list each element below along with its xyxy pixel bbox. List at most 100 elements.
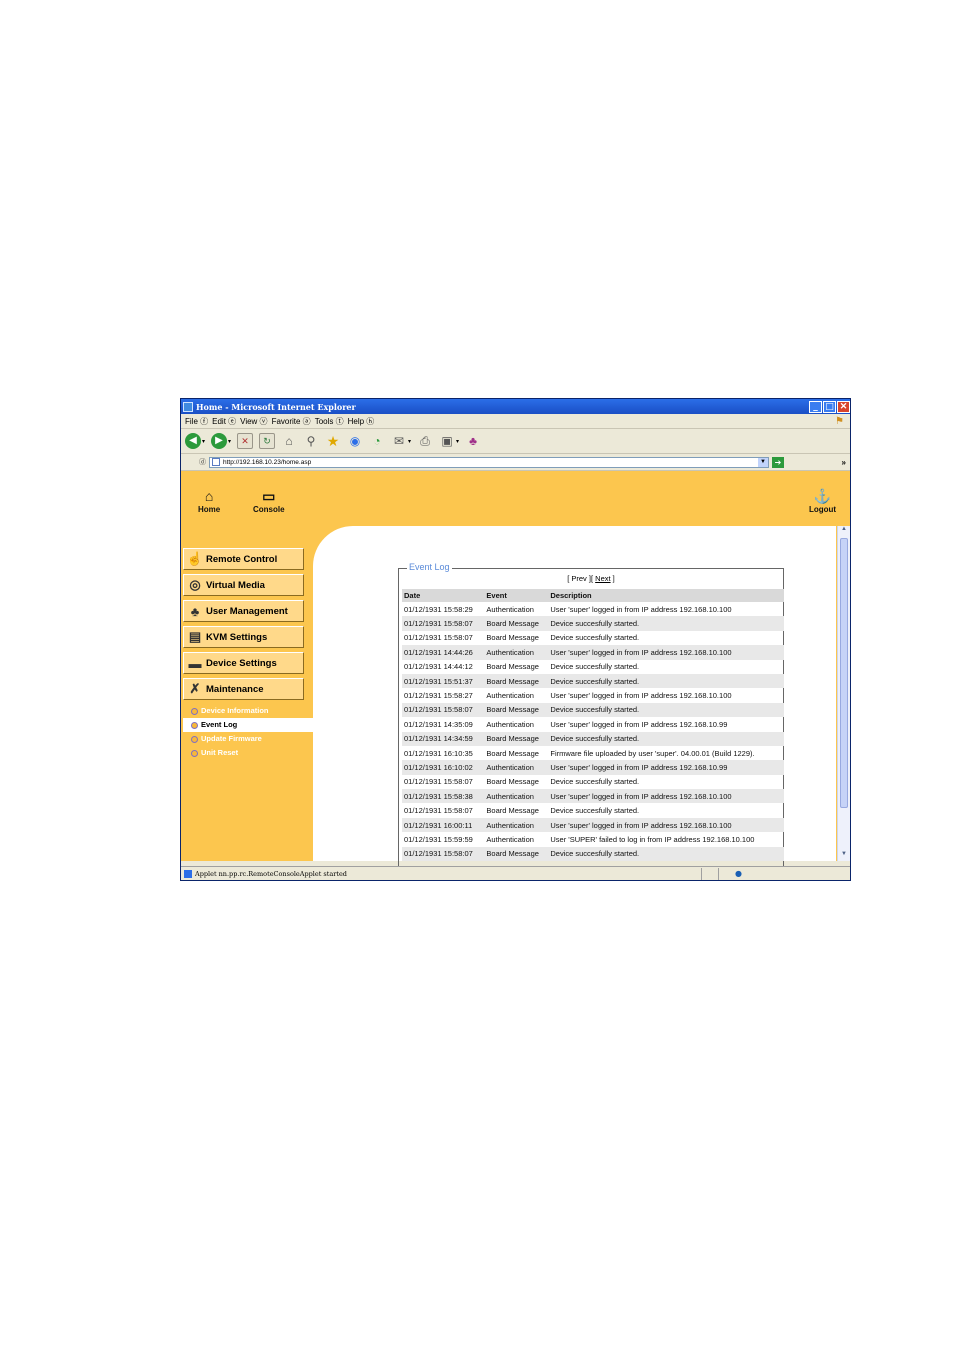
- scroll-thumb[interactable]: [840, 538, 848, 808]
- submenu-label: Update Firmware: [201, 734, 262, 743]
- media-icon[interactable]: ◉: [347, 433, 363, 449]
- cell-date: 01/12/1931 14:44:26: [402, 645, 485, 660]
- cell-description: Device succesfully started.: [548, 731, 784, 746]
- next-link[interactable]: Next: [595, 574, 610, 583]
- scroll-down-icon[interactable]: ▼: [839, 851, 849, 861]
- cell-description: User 'super' logged in from IP address 1…: [548, 645, 784, 660]
- address-dropdown-icon[interactable]: ▼: [758, 457, 768, 467]
- home-nav[interactable]: ⌂ Home: [198, 487, 220, 514]
- vertical-scrollbar[interactable]: ▲ ▼: [837, 526, 850, 861]
- cell-date: 01/12/1931 14:44:12: [404, 662, 473, 672]
- sidebar-item-kvm-settings[interactable]: ▤ KVM Settings: [183, 626, 304, 648]
- print-icon[interactable]: ⎙: [417, 433, 433, 449]
- cell-event: Board Message: [486, 662, 539, 672]
- scroll-up-icon[interactable]: ▲: [839, 526, 849, 536]
- search-icon[interactable]: ⚲: [303, 433, 319, 449]
- back-icon[interactable]: ◀: [185, 433, 201, 449]
- sidebar-item-device-settings[interactable]: ▬ Device Settings: [183, 652, 304, 674]
- edit-icon[interactable]: ▣: [439, 433, 455, 449]
- menu-favorite[interactable]: Favorite ⓐ: [272, 416, 311, 427]
- console-nav[interactable]: ▭ Console: [253, 487, 285, 514]
- browser-window: Home - Microsoft Internet Explorer _ □ ✕…: [180, 398, 851, 881]
- cell-description: Device succesfully started.: [548, 616, 784, 631]
- cell-event: Authentication: [486, 604, 534, 614]
- cell-date: 01/12/1931 16:10:02: [402, 760, 485, 775]
- cell-date: 01/12/1931 15:58:07: [402, 702, 485, 718]
- cell-date: 01/12/1931 15:58:38: [402, 789, 485, 804]
- menu-tools[interactable]: Tools ⓣ: [315, 416, 344, 427]
- history-icon[interactable]: ◔: [369, 433, 385, 449]
- cell-date: 01/12/1931 16:10:35: [404, 748, 473, 758]
- cell-event: Board Message: [486, 777, 539, 787]
- bullet-icon: [191, 707, 198, 715]
- submenu-label: Unit Reset: [201, 748, 239, 757]
- sidebar-item-label: User Management: [206, 605, 288, 617]
- forward-icon[interactable]: ▶: [211, 433, 228, 449]
- close-button[interactable]: ✕: [837, 400, 850, 413]
- cell-date: 01/12/1931 15:58:07: [404, 777, 473, 787]
- submenu-unit-reset[interactable]: Unit Reset: [183, 746, 305, 760]
- windows-logo-icon: ⚑: [835, 415, 844, 427]
- cell-description: Firmware file uploaded by user 'super'. …: [550, 748, 755, 758]
- page-icon: [212, 458, 220, 466]
- maximize-button[interactable]: □: [823, 400, 836, 413]
- minimize-button[interactable]: _: [809, 400, 822, 413]
- sidebar-item-label: KVM Settings: [206, 631, 268, 643]
- back-dropdown-icon[interactable]: ▾: [202, 438, 205, 445]
- address-input[interactable]: http://192.168.10.23/home.asp ▼: [209, 456, 769, 468]
- toolbar-overflow[interactable]: »: [842, 458, 846, 467]
- go-button[interactable]: ➔: [772, 456, 784, 468]
- forward-dropdown-icon[interactable]: ▾: [228, 438, 231, 445]
- ie-icon: [183, 401, 193, 412]
- status-divider: [700, 867, 702, 880]
- mail-dropdown-icon[interactable]: ▾: [408, 438, 411, 445]
- cell-event: Board Message: [484, 846, 549, 862]
- table-row: 01/12/1931 15:59:59 Authentication User 'S…: [402, 832, 784, 846]
- submenu-update-firmware[interactable]: Update Firmware: [183, 732, 305, 746]
- menu-view[interactable]: View ⓥ: [240, 416, 267, 427]
- table-row: 01/12/1931 16:00:11 Authentication User 's…: [402, 817, 784, 833]
- favorites-icon[interactable]: ★: [325, 433, 341, 449]
- internet-zone-icon: ●: [734, 869, 742, 878]
- cell-event: Board Message: [484, 731, 549, 746]
- cell-event: Board Message: [484, 702, 549, 718]
- cell-description: User 'super' logged in from IP address 1…: [550, 691, 732, 701]
- menu-help[interactable]: Help ⓗ: [348, 416, 375, 427]
- cell-event: Authentication: [484, 817, 549, 833]
- stop-icon[interactable]: ✕: [237, 433, 254, 449]
- cell-event: Board Message: [484, 673, 549, 689]
- sidebar-item-user-management[interactable]: ♣ User Management: [183, 600, 304, 622]
- submenu-device-information[interactable]: Device Information: [183, 704, 305, 718]
- console-nav-icon: ▭: [262, 488, 276, 504]
- table-row: 01/12/1931 15:58:07 Board Message Device s…: [402, 775, 784, 789]
- logout-nav[interactable]: ⚓ Logout: [809, 487, 836, 514]
- sidebar-item-remote-control[interactable]: ☝ Remote Control: [183, 548, 304, 570]
- mail-icon[interactable]: ✉: [391, 433, 407, 449]
- address-bar: ⓓ http://192.168.10.23/home.asp ▼ ➔ »: [181, 454, 850, 471]
- header-description: Description: [548, 589, 784, 602]
- home-icon[interactable]: ⌂: [281, 433, 297, 449]
- table-row: 01/12/1931 14:35:09 Authentication User 's…: [402, 717, 784, 731]
- users-icon: ♣: [190, 603, 200, 619]
- cell-description: Device succesfully started.: [550, 662, 640, 672]
- cell-event: Authentication: [486, 834, 534, 844]
- menu-edit[interactable]: Edit ⓔ: [212, 416, 236, 427]
- cell-event: Authentication: [484, 645, 549, 660]
- refresh-icon[interactable]: ↻: [259, 433, 276, 449]
- cell-date: 01/12/1931 15:58:07: [404, 633, 473, 643]
- messenger-icon[interactable]: ♣: [465, 433, 481, 449]
- table-row: 01/12/1931 15:58:38 Authentication User 's…: [402, 789, 784, 804]
- sidebar-item-virtual-media[interactable]: ◎ Virtual Media: [183, 574, 304, 596]
- edit-dropdown-icon[interactable]: ▾: [456, 438, 459, 445]
- prev-link[interactable]: [ Prev ][: [567, 574, 593, 583]
- cell-description: User 'super' logged in from IP address 1…: [550, 719, 728, 729]
- table-header-row: Date Event Description: [402, 589, 784, 602]
- home-nav-icon: ⌂: [204, 488, 214, 504]
- status-bar: Applet nn.pp.rc.RemoteConsoleApplet star…: [181, 866, 850, 880]
- menu-file[interactable]: File ⓕ: [185, 416, 208, 427]
- sidebar-item-maintenance[interactable]: ✗ Maintenance: [183, 678, 304, 700]
- bullet-icon: [191, 749, 198, 757]
- sidebar-item-label: Maintenance: [206, 683, 264, 695]
- submenu-event-log[interactable]: Event Log: [183, 718, 313, 732]
- cell-description: User 'super' logged in from IP address 1…: [548, 760, 784, 775]
